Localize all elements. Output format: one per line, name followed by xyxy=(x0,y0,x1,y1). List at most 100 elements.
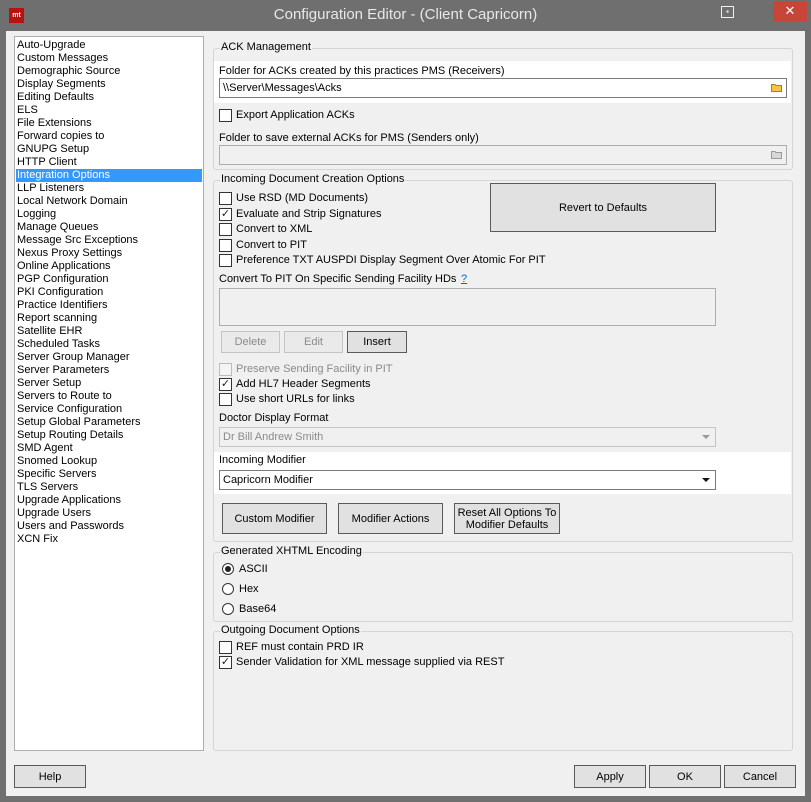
nav-item[interactable]: GNUPG Setup xyxy=(16,143,202,156)
export-acks-box[interactable] xyxy=(219,109,232,122)
edit-button[interactable]: Edit xyxy=(284,331,343,353)
apply-button[interactable]: Apply xyxy=(574,765,646,788)
nav-item[interactable]: Snomed Lookup xyxy=(16,455,202,468)
reset-modifier-defaults-button[interactable]: Reset All Options To Modifier Defaults xyxy=(454,503,560,534)
external-acks-input[interactable] xyxy=(219,145,787,165)
nav-item[interactable]: Users and Passwords xyxy=(16,520,202,533)
nav-item[interactable]: Report scanning xyxy=(16,312,202,325)
nav-item[interactable]: Auto-Upgrade xyxy=(16,39,202,52)
nav-item[interactable]: Server Setup xyxy=(16,377,202,390)
nav-item[interactable]: Local Network Domain xyxy=(16,195,202,208)
ack-folder-input[interactable]: \\Server\Messages\Acks xyxy=(219,78,787,98)
convert-to-pit-box[interactable] xyxy=(219,238,232,252)
ascii-label: ASCII xyxy=(239,563,268,575)
nav-item[interactable]: SMD Agent xyxy=(16,442,202,455)
ref-prd-checkbox[interactable]: REF must contain PRD IR xyxy=(219,640,519,655)
pit-help-link[interactable]: ? xyxy=(461,273,467,285)
nav-item[interactable]: Forward copies to xyxy=(16,130,202,143)
insert-button[interactable]: Insert xyxy=(347,331,407,353)
short-urls-checkbox[interactable]: Use short URLs for links xyxy=(219,392,419,407)
ascii-radio-dot[interactable] xyxy=(222,563,234,575)
evaluate-strip-signatures-box[interactable]: ✓ xyxy=(219,207,232,221)
export-acks-label: Export Application ACKs xyxy=(236,109,355,121)
convert-to-pit-checkbox[interactable]: Convert to PIT xyxy=(219,238,559,253)
use-rsd-box[interactable] xyxy=(219,192,232,205)
reset-line-1: Reset All Options To xyxy=(457,506,557,519)
nav-item[interactable]: LLP Listeners xyxy=(16,182,202,195)
nav-item[interactable]: XCN Fix xyxy=(16,533,202,546)
nav-item[interactable]: Custom Messages xyxy=(16,52,202,65)
nav-item[interactable]: Integration Options xyxy=(16,169,202,182)
hl7-header-checkbox[interactable]: ✓ Add HL7 Header Segments xyxy=(219,377,419,392)
custom-modifier-button[interactable]: Custom Modifier xyxy=(222,503,327,534)
encoding-hex-radio[interactable]: Hex xyxy=(222,582,322,597)
help-window-icon[interactable]: ▪ xyxy=(721,6,734,18)
encoding-ascii-radio[interactable]: ASCII xyxy=(222,562,322,577)
encoding-base64-radio[interactable]: Base64 xyxy=(222,602,322,617)
external-acks-label: Folder to save external ACKs for PMS (Se… xyxy=(219,132,479,144)
short-urls-box[interactable] xyxy=(219,393,232,406)
doctor-format-select[interactable]: Dr Bill Andrew Smith xyxy=(219,427,716,447)
nav-item[interactable]: Message Src Exceptions xyxy=(16,234,202,247)
nav-item[interactable]: Nexus Proxy Settings xyxy=(16,247,202,260)
sender-validation-checkbox[interactable]: ✓ Sender Validation for XML message supp… xyxy=(219,655,519,670)
delete-button[interactable]: Delete xyxy=(221,331,280,353)
nav-item[interactable]: Logging xyxy=(16,208,202,221)
nav-item[interactable]: PGP Configuration xyxy=(16,273,202,286)
nav-item[interactable]: Servers to Route to xyxy=(16,390,202,403)
nav-item[interactable]: Service Configuration xyxy=(16,403,202,416)
preference-txt-auspdi-box[interactable] xyxy=(219,254,232,267)
nav-item[interactable]: Setup Routing Details xyxy=(16,429,202,442)
convert-to-xml-box[interactable] xyxy=(219,223,232,236)
hex-radio-dot[interactable] xyxy=(222,583,234,595)
nav-item[interactable]: Setup Global Parameters xyxy=(16,416,202,429)
preference-txt-auspdi-checkbox[interactable]: Preference TXT AUSPDI Display Segment Ov… xyxy=(219,253,559,268)
nav-item[interactable]: Scheduled Tasks xyxy=(16,338,202,351)
pit-facility-label: Convert To PIT On Specific Sending Facil… xyxy=(219,273,457,285)
ref-prd-box[interactable] xyxy=(219,641,232,654)
nav-item[interactable]: Manage Queues xyxy=(16,221,202,234)
nav-item[interactable]: Display Segments xyxy=(16,78,202,91)
folder-icon[interactable] xyxy=(771,150,782,159)
chevron-down-icon xyxy=(702,435,710,439)
nav-item[interactable]: Editing Defaults xyxy=(16,91,202,104)
nav-item[interactable]: HTTP Client xyxy=(16,156,202,169)
pit-facility-list[interactable] xyxy=(219,288,716,326)
close-icon: ✕ xyxy=(784,3,796,18)
title-bar[interactable]: mt Configuration Editor - (Client Capric… xyxy=(0,0,811,31)
export-acks-checkbox[interactable]: Export Application ACKs xyxy=(219,108,419,123)
short-urls-label: Use short URLs for links xyxy=(236,393,355,405)
settings-nav-list[interactable]: Auto-Upgrade Custom Messages Demographic S… xyxy=(14,36,204,751)
nav-item[interactable]: Server Parameters xyxy=(16,364,202,377)
revert-to-defaults-button[interactable]: Revert to Defaults xyxy=(490,183,716,232)
nav-item[interactable]: Specific Servers xyxy=(16,468,202,481)
nav-item[interactable]: Upgrade Applications xyxy=(16,494,202,507)
incoming-modifier-select[interactable]: Capricorn Modifier xyxy=(219,470,716,490)
doctor-format-label: Doctor Display Format xyxy=(219,412,329,424)
folder-icon[interactable] xyxy=(771,83,782,92)
close-button[interactable]: ✕ xyxy=(773,1,807,21)
base64-label: Base64 xyxy=(239,603,277,615)
sender-validation-box[interactable]: ✓ xyxy=(219,656,232,669)
nav-item[interactable]: Server Group Manager xyxy=(16,351,202,364)
modifier-actions-button[interactable]: Modifier Actions xyxy=(338,503,443,534)
ok-button[interactable]: OK xyxy=(649,765,721,788)
nav-item[interactable]: Upgrade Users xyxy=(16,507,202,520)
preserve-facility-checkbox[interactable]: Preserve Sending Facility in PIT xyxy=(219,362,419,377)
nav-item[interactable]: PKI Configuration xyxy=(16,286,202,299)
base64-radio-dot[interactable] xyxy=(222,603,234,615)
nav-item[interactable]: Satellite EHR xyxy=(16,325,202,338)
nav-item[interactable]: Demographic Source xyxy=(16,65,202,78)
preserve-facility-box[interactable] xyxy=(219,363,232,376)
nav-item[interactable]: ELS xyxy=(16,104,202,117)
help-button[interactable]: Help xyxy=(14,765,86,788)
nav-item[interactable]: File Extensions xyxy=(16,117,202,130)
hl7-header-box[interactable]: ✓ xyxy=(219,378,232,391)
convert-to-xml-label: Convert to XML xyxy=(236,223,313,235)
incoming-modifier-label: Incoming Modifier xyxy=(219,454,306,466)
cancel-button[interactable]: Cancel xyxy=(724,765,796,788)
nav-item[interactable]: Online Applications xyxy=(16,260,202,273)
nav-item[interactable]: TLS Servers xyxy=(16,481,202,494)
nav-item[interactable]: Practice Identifiers xyxy=(16,299,202,312)
evaluate-strip-signatures-label: Evaluate and Strip Signatures xyxy=(236,207,382,220)
